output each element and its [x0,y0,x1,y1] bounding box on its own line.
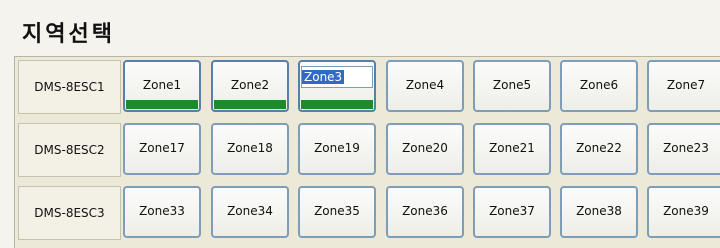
zone-label: Zone23 [663,141,709,155]
zone-label: Zone6 [579,78,619,92]
zone-row-1: DMS-8ESC1 Zone1 Zone2 Zone3 Zone4 Zone5 … [15,57,720,119]
zone-button[interactable]: Zone5 [473,60,551,112]
zone-button[interactable]: Zone35 [298,186,376,238]
zone-button[interactable]: Zone1 [123,60,201,112]
zone-label: Zone20 [402,141,448,155]
device-label: DMS-8ESC3 [18,186,121,240]
zone-label: Zone17 [139,141,185,155]
zone-label: Zone7 [666,78,706,92]
zone-row-3: DMS-8ESC3 Zone33 Zone34 Zone35 Zone36 Zo… [15,183,720,245]
zone-label: Zone4 [405,78,445,92]
zone-button[interactable]: Zone19 [298,123,376,175]
zone-label: Zone37 [489,204,535,218]
zone-button[interactable]: Zone33 [123,186,201,238]
zone-label: Zone38 [576,204,622,218]
active-indicator [301,100,373,109]
zone-button[interactable]: Zone17 [123,123,201,175]
zone-button[interactable]: Zone2 [211,60,289,112]
zone-label: Zone39 [663,204,709,218]
zone-label: Zone34 [227,204,273,218]
page-title: 지역선택 [22,22,115,47]
zone-button-editing[interactable]: Zone3 [298,60,376,112]
zone-label: Zone1 [142,78,182,92]
zone-label: Zone2 [230,78,270,92]
zone-button[interactable]: Zone20 [386,123,464,175]
zone-button[interactable]: Zone37 [473,186,551,238]
active-indicator [214,100,286,109]
zone-button[interactable]: Zone34 [211,186,289,238]
selected-text: Zone3 [302,70,345,84]
zone-name-input[interactable]: Zone3 [301,66,373,88]
zone-row-2: DMS-8ESC2 Zone17 Zone18 Zone19 Zone20 Zo… [15,120,720,182]
zone-label: Zone33 [139,204,185,218]
zone-label: Zone5 [492,78,532,92]
zone-label: Zone36 [402,204,448,218]
device-label: DMS-8ESC2 [18,123,121,177]
zone-label: Zone35 [314,204,360,218]
zone-label: Zone21 [489,141,535,155]
zone-button[interactable]: Zone36 [386,186,464,238]
zone-button[interactable]: Zone7 [647,60,720,112]
zone-label: Zone18 [227,141,273,155]
active-indicator [126,100,198,109]
zone-button[interactable]: Zone4 [386,60,464,112]
zone-button[interactable]: Zone18 [211,123,289,175]
zone-button[interactable]: Zone21 [473,123,551,175]
zone-label: Zone22 [576,141,622,155]
zone-label: Zone19 [314,141,360,155]
zone-button[interactable]: Zone22 [560,123,638,175]
device-label: DMS-8ESC1 [18,60,121,114]
zone-button[interactable]: Zone6 [560,60,638,112]
zone-selection-panel: DMS-8ESC1 Zone1 Zone2 Zone3 Zone4 Zone5 … [14,56,720,248]
zone-button[interactable]: Zone38 [560,186,638,238]
zone-button[interactable]: Zone39 [647,186,720,238]
zone-button[interactable]: Zone23 [647,123,720,175]
